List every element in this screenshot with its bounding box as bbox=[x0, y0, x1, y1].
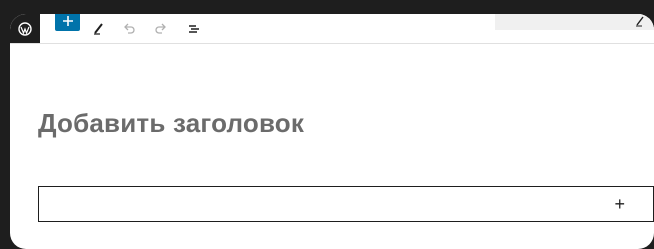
list-view-icon bbox=[189, 24, 199, 33]
tools-button[interactable] bbox=[88, 14, 110, 43]
redo-icon bbox=[155, 23, 166, 34]
block-inserter-button[interactable] bbox=[55, 14, 80, 31]
add-block-button[interactable]: + bbox=[614, 194, 625, 214]
pencil-icon bbox=[636, 16, 644, 27]
post-title[interactable]: Добавить заголовок bbox=[38, 108, 304, 139]
editor-toolbar bbox=[10, 14, 654, 44]
undo-icon bbox=[124, 23, 135, 34]
pencil-icon bbox=[94, 22, 103, 35]
editor-window: Добавить заголовок + bbox=[10, 14, 654, 249]
undo-button[interactable] bbox=[118, 14, 140, 43]
plus-icon bbox=[62, 16, 73, 26]
block-appender[interactable]: + bbox=[38, 186, 654, 222]
document-bar[interactable] bbox=[495, 14, 654, 30]
wordpress-icon[interactable] bbox=[10, 14, 40, 43]
list-view-button[interactable] bbox=[182, 14, 206, 43]
redo-button[interactable] bbox=[150, 14, 172, 43]
